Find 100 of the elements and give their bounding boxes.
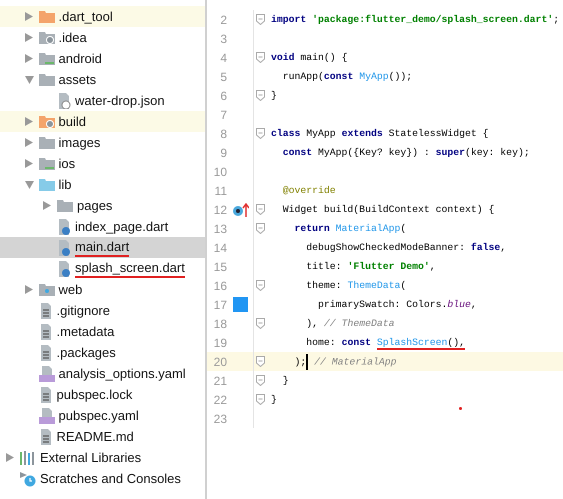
dart-file-icon <box>57 260 71 276</box>
tree-item[interactable]: lib <box>0 174 205 195</box>
line-number: 21 <box>212 374 227 388</box>
tree-item[interactable]: analysis_options.yaml <box>0 363 205 384</box>
line-number: 10 <box>212 164 227 178</box>
file-name: android <box>58 50 102 66</box>
code-line: primarySwatch: Colors.blue, <box>317 299 477 310</box>
collapse-arrow-icon[interactable] <box>24 76 34 84</box>
line-number: 19 <box>212 336 227 350</box>
expand-arrow-icon[interactable] <box>24 159 32 168</box>
expand-arrow-icon[interactable] <box>43 201 51 210</box>
code-line: const MyApp({Key? key}) : super(key: key); <box>282 147 530 158</box>
tree-item[interactable]: index_page.dart <box>0 216 205 237</box>
tree-item[interactable]: .metadata <box>0 321 205 342</box>
text-file-icon <box>38 344 52 360</box>
code-line: theme: ThemeData( <box>305 280 406 291</box>
tree-item[interactable]: images <box>0 132 205 153</box>
line-number: 13 <box>212 222 227 236</box>
code-line: } <box>282 375 289 386</box>
fold-icon[interactable] <box>256 280 265 291</box>
file-name: analysis_options.yaml <box>58 366 186 382</box>
tree-item[interactable]: pages <box>0 195 205 216</box>
expand-arrow-icon[interactable] <box>6 453 14 462</box>
tree-item[interactable]: .idea <box>0 27 205 48</box>
fold-icon[interactable] <box>256 90 265 101</box>
line-number: 7 <box>219 108 227 122</box>
file-name: assets <box>58 72 96 88</box>
collapse-arrow-icon[interactable] <box>24 180 34 188</box>
tree-item[interactable]: android <box>0 48 205 69</box>
line-number: 6 <box>219 88 227 102</box>
tree-item[interactable]: build <box>0 111 205 132</box>
tree-item[interactable]: water-drop.json <box>0 90 205 111</box>
tree-item[interactable]: Scratches and Consoles <box>0 468 205 489</box>
fold-icon[interactable] <box>256 128 265 139</box>
line-number: 2 <box>219 12 227 26</box>
tree-item[interactable]: ios <box>0 153 205 174</box>
code-line: import 'package:flutter_demo/splash_screen.dart'; <box>271 14 560 25</box>
yaml-file-icon <box>38 366 54 382</box>
line-number: 17 <box>212 298 227 312</box>
dart-file-icon <box>57 218 71 234</box>
file-name: index_page.dart <box>75 218 168 234</box>
fold-icon[interactable] <box>256 375 265 386</box>
code-line: debugShowCheckedModeBanner: false, <box>305 242 506 253</box>
folder-icon <box>38 178 54 191</box>
override-icon[interactable] <box>232 202 248 216</box>
line-number: 5 <box>219 70 227 84</box>
tree-item[interactable]: splash_screen.dart <box>0 258 205 279</box>
tree-item[interactable]: pubspec.yaml <box>0 405 205 426</box>
fold-icon[interactable] <box>256 52 265 63</box>
tree-item[interactable]: web <box>0 279 205 300</box>
code-line: } <box>271 394 277 405</box>
file-name: README.md <box>56 428 134 444</box>
code-line: ); // MaterialApp <box>271 354 396 370</box>
json-file-icon <box>57 92 71 108</box>
tree-item[interactable]: External Libraries <box>0 447 205 468</box>
fold-icon[interactable] <box>256 318 265 329</box>
fold-icon[interactable] <box>256 223 265 234</box>
line-number: 12 <box>212 202 227 216</box>
file-name: pages <box>77 198 112 214</box>
code-line: } <box>271 90 277 101</box>
code-line: runApp(const MyApp()); <box>282 71 412 82</box>
tree-item[interactable]: main.dart <box>0 237 205 258</box>
expand-arrow-icon[interactable] <box>24 12 32 21</box>
tree-item[interactable]: .gitignore <box>0 300 205 321</box>
tree-item[interactable]: .dart_tool <box>0 6 205 27</box>
expand-arrow-icon[interactable] <box>24 117 32 126</box>
fold-icon[interactable] <box>256 356 265 367</box>
line-number: 15 <box>212 260 227 274</box>
text-file-icon <box>38 428 52 444</box>
line-number: 8 <box>219 126 227 140</box>
file-name: main.dart <box>75 238 130 256</box>
line-number: 4 <box>219 50 227 64</box>
tree-item[interactable]: assets <box>0 69 205 90</box>
color-swatch-icon[interactable] <box>232 297 248 312</box>
tree-item[interactable]: README.md <box>0 426 205 447</box>
file-name: Scratches and Consoles <box>40 470 181 486</box>
folder-icon <box>38 283 54 296</box>
dart-file-icon <box>57 240 71 256</box>
scratches-icon <box>20 470 36 486</box>
line-number: 14 <box>212 240 227 254</box>
tree-item[interactable]: pubspec.lock <box>0 384 205 405</box>
fold-icon[interactable] <box>256 204 265 215</box>
file-name: External Libraries <box>40 450 142 466</box>
code-line: title: 'Flutter Demo', <box>305 261 436 272</box>
text-file-icon <box>38 386 52 402</box>
code-line: void main() { <box>271 52 348 63</box>
fold-icon[interactable] <box>256 394 265 405</box>
fold-icon[interactable] <box>256 14 265 25</box>
line-number: 3 <box>219 32 227 46</box>
file-name: web <box>58 282 82 298</box>
line-number: 20 <box>212 354 227 368</box>
tree-item[interactable]: .packages <box>0 342 205 363</box>
expand-arrow-icon[interactable] <box>24 54 32 63</box>
expand-arrow-icon[interactable] <box>24 138 32 147</box>
line-number: 22 <box>212 392 227 406</box>
file-name: .gitignore <box>56 302 110 318</box>
expand-arrow-icon[interactable] <box>24 285 32 294</box>
expand-arrow-icon[interactable] <box>24 33 32 42</box>
folder-icon <box>38 115 54 128</box>
line-number: 18 <box>212 316 227 330</box>
